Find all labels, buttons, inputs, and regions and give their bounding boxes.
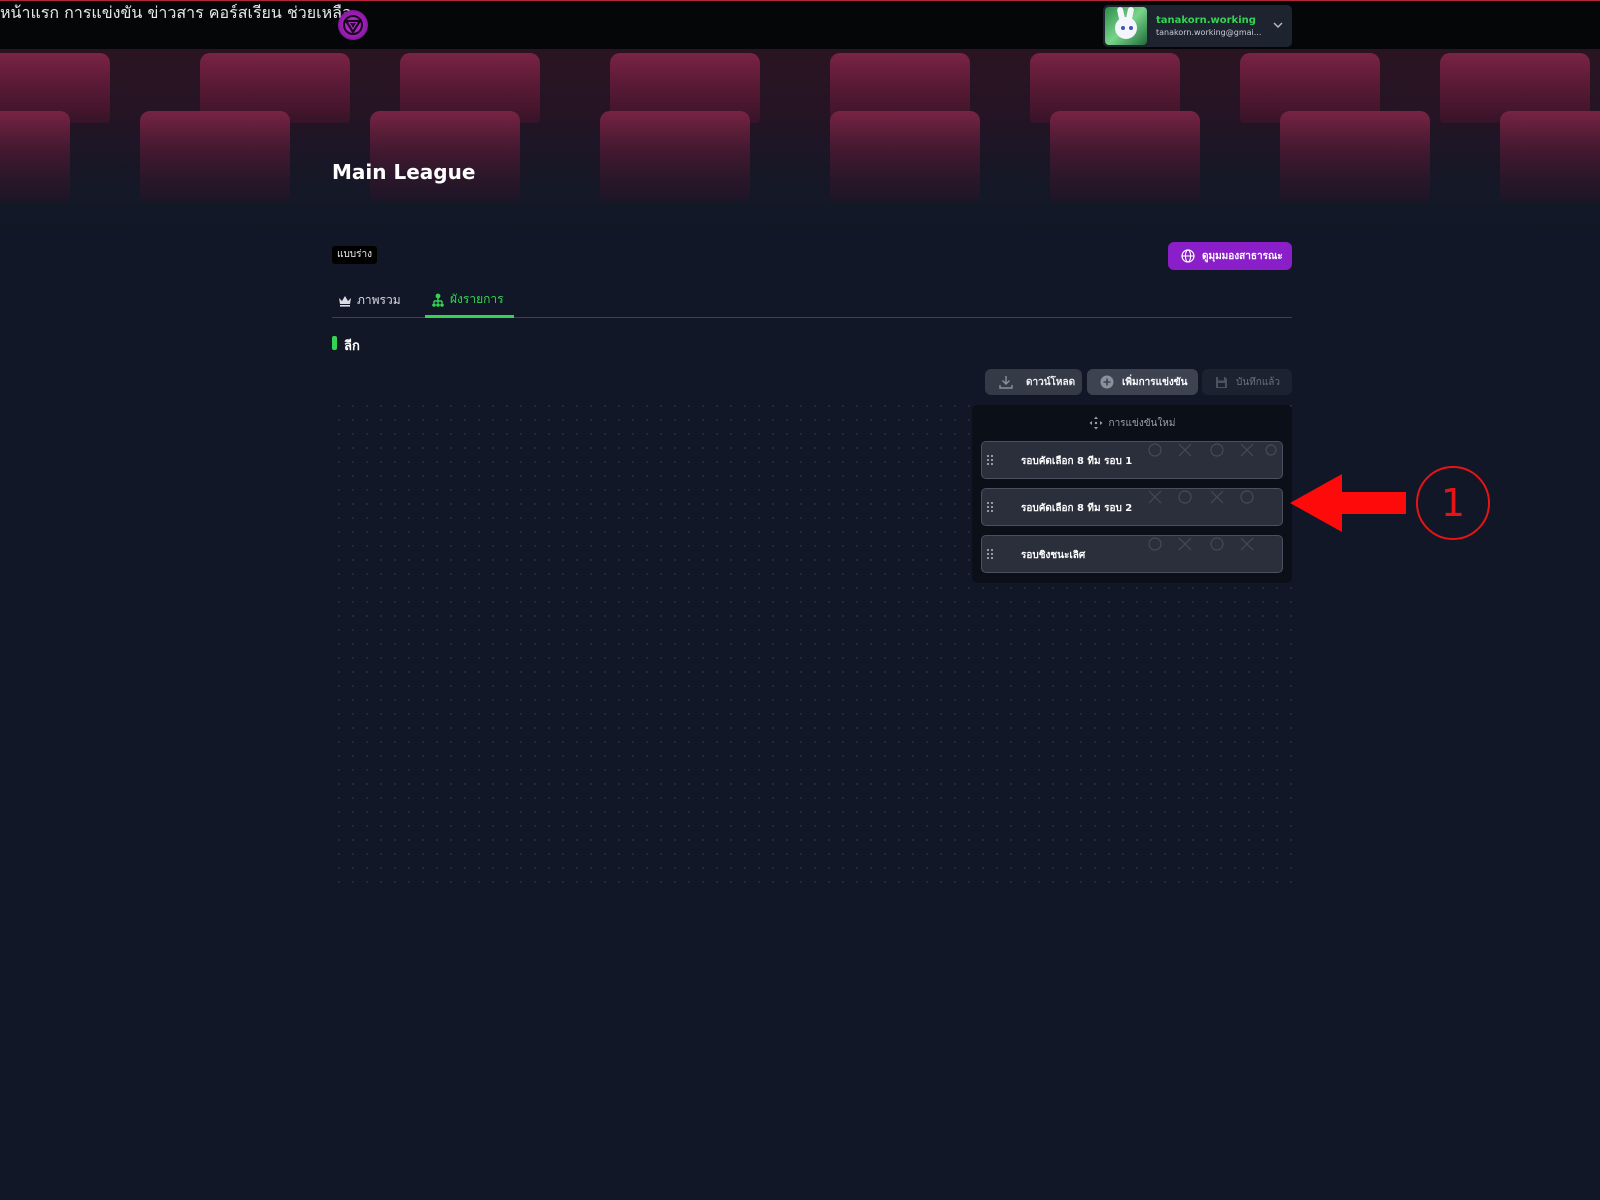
user-email: tanakorn.working@gmai...	[1156, 28, 1262, 37]
top-navigation-bar: หน้าแรก การแข่งขัน ข่าวสาร คอร์สเรียน ช่…	[0, 0, 1600, 49]
tab-overview-label: ภาพรวม	[357, 293, 401, 307]
download-button[interactable]: ดาวน์โหลด	[985, 369, 1082, 395]
status-badge: แบบร่าง	[332, 246, 378, 264]
nav-courses-link[interactable]: คอร์สเรียน	[209, 3, 282, 22]
tab-bracket-label: ผังรายการ	[450, 292, 504, 306]
globe-icon	[1181, 249, 1195, 263]
tab-bar: ภาพรวม ผังรายการ	[332, 284, 1292, 318]
stage-item[interactable]: รอบคัดเลือก 8 ทีม รอบ 1	[981, 441, 1283, 479]
section-title: ลีก	[344, 339, 360, 354]
annotation-number-badge: 1	[1416, 466, 1490, 540]
tab-overview[interactable]: ภาพรวม	[338, 284, 401, 317]
annotation-number: 1	[1440, 481, 1466, 525]
stage-label: รอบคัดเลือก 8 ทีม รอบ 1	[1021, 456, 1133, 467]
avatar	[1105, 7, 1147, 45]
download-label: ดาวน์โหลด	[1026, 376, 1076, 388]
nav-home-link[interactable]: หน้าแรก	[0, 3, 59, 22]
stage-item[interactable]: รอบชิงชนะเลิศ	[981, 535, 1283, 573]
move-icon	[1089, 416, 1103, 430]
main-nav: หน้าแรก การแข่งขัน ข่าวสาร คอร์สเรียน ช่…	[0, 1, 1600, 26]
public-view-button[interactable]: ดูมุมมองสาธารณะ	[1168, 242, 1292, 270]
stage-item[interactable]: รอบคัดเลือก 8 ทีม รอบ 2	[981, 488, 1283, 526]
chevron-down-icon	[1273, 22, 1283, 28]
brand-logo-icon[interactable]	[338, 10, 368, 40]
download-icon	[999, 376, 1013, 389]
user-name: tanakorn.working	[1156, 15, 1256, 26]
stage-label: รอบชิงชนะเลิศ	[1021, 550, 1086, 561]
stage-label: รอบคัดเลือก 8 ทีม รอบ 2	[1021, 503, 1133, 514]
nav-competitions-link[interactable]: การแข่งขัน	[64, 3, 142, 22]
add-competition-button[interactable]: เพิ่มการแข่งขัน	[1087, 369, 1198, 395]
save-icon	[1216, 376, 1227, 388]
drag-handle-icon[interactable]	[986, 501, 994, 513]
page-title: Main League	[332, 160, 476, 184]
tab-bracket[interactable]: ผังรายการ	[425, 284, 514, 318]
annotation-arrow-icon	[1290, 474, 1406, 532]
add-competition-label: เพิ่มการแข่งขัน	[1122, 376, 1188, 388]
xo-pattern-icon	[1148, 537, 1254, 551]
drag-handle-icon[interactable]	[986, 454, 994, 466]
tree-structure-icon	[432, 293, 444, 307]
section-accent-bar	[332, 336, 337, 350]
plus-circle-icon	[1100, 375, 1114, 389]
public-view-label: ดูมุมมองสาธารณะ	[1202, 250, 1283, 262]
xo-pattern-icon	[1148, 443, 1277, 457]
save-label: บันทึกแล้ว	[1236, 376, 1281, 388]
nav-news-link[interactable]: ข่าวสาร	[147, 3, 203, 22]
crown-icon	[339, 295, 351, 307]
drag-handle-icon[interactable]	[986, 548, 994, 560]
panel-header: การแข่งขันใหม่	[972, 413, 1292, 433]
hero-banner-image	[0, 49, 1600, 249]
user-menu-button[interactable]: tanakorn.working tanakorn.working@gmai..…	[1103, 5, 1292, 47]
xo-pattern-icon	[1148, 490, 1254, 504]
save-button[interactable]: บันทึกแล้ว	[1202, 369, 1292, 395]
panel-header-label: การแข่งขันใหม่	[1108, 417, 1176, 429]
stages-panel: การแข่งขันใหม่ รอบคัดเลือก 8 ทีม รอบ 1 ร…	[972, 405, 1292, 583]
